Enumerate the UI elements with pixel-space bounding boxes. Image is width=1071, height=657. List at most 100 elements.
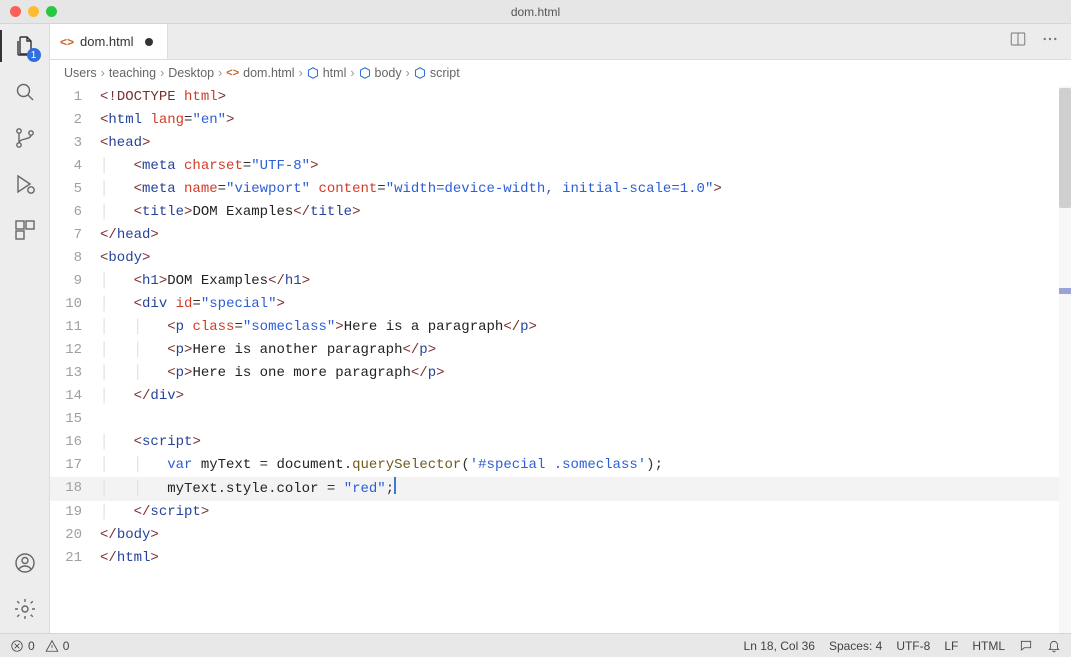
line-content[interactable]: │ │ myText.style.color = "red"; — [100, 477, 1071, 501]
split-icon — [1009, 30, 1027, 48]
code-line[interactable]: 5│ <meta name="viewport" content="width=… — [50, 178, 1071, 201]
activity-run-debug[interactable] — [11, 170, 39, 198]
code-line[interactable]: 3<head> — [50, 132, 1071, 155]
breadcrumb-file[interactable]: <> dom.html › — [226, 66, 302, 80]
line-content[interactable]: │ <div id="special"> — [100, 293, 1071, 316]
status-indent[interactable]: Spaces: 4 — [829, 639, 882, 653]
line-content[interactable]: │ <meta name="viewport" content="width=d… — [100, 178, 1071, 201]
line-content[interactable]: </body> — [100, 524, 1071, 547]
activity-explorer[interactable]: 1 — [11, 32, 39, 60]
text-cursor — [394, 477, 396, 494]
activity-account[interactable] — [11, 549, 39, 577]
line-number: 5 — [50, 178, 100, 201]
line-content[interactable]: │ </div> — [100, 385, 1071, 408]
line-number: 1 — [50, 86, 100, 109]
code-line[interactable]: 20</body> — [50, 524, 1071, 547]
breadcrumb-symbol[interactable]: script — [414, 66, 460, 80]
line-number: 17 — [50, 454, 100, 477]
line-content[interactable]: <!DOCTYPE html> — [100, 86, 1071, 109]
line-content[interactable]: │ │ <p>Here is another paragraph</p> — [100, 339, 1071, 362]
line-content[interactable]: │ │ <p>Here is one more paragraph</p> — [100, 362, 1071, 385]
tab-label: dom.html — [80, 34, 133, 49]
code-line[interactable]: 19│ </script> — [50, 501, 1071, 524]
activity-settings[interactable] — [11, 595, 39, 623]
tab-bar: <> dom.html — [50, 24, 1071, 60]
line-number: 12 — [50, 339, 100, 362]
line-content[interactable]: │ │ <p class="someclass">Here is a parag… — [100, 316, 1071, 339]
code-line[interactable]: 18│ │ myText.style.color = "red"; — [50, 477, 1071, 501]
error-count: 0 — [28, 639, 35, 653]
line-content[interactable] — [100, 408, 1071, 431]
line-content[interactable]: </html> — [100, 547, 1071, 570]
activity-search[interactable] — [11, 78, 39, 106]
play-bug-icon — [13, 172, 37, 196]
minimize-window-button[interactable] — [28, 6, 39, 17]
line-content[interactable]: │ </script> — [100, 501, 1071, 524]
window-titlebar: dom.html — [0, 0, 1071, 24]
account-icon — [13, 551, 37, 575]
breadcrumb-segment[interactable]: Desktop › — [168, 66, 222, 80]
line-content[interactable]: │ <meta charset="UTF-8"> — [100, 155, 1071, 178]
status-language[interactable]: HTML — [972, 639, 1005, 653]
line-number: 18 — [50, 477, 100, 501]
line-content[interactable]: <head> — [100, 132, 1071, 155]
breadcrumb-segment[interactable]: Users › — [64, 66, 105, 80]
warning-count: 0 — [63, 639, 70, 653]
more-actions-button[interactable] — [1041, 30, 1059, 53]
status-bar: 0 0 Ln 18, Col 36 Spaces: 4 UTF-8 LF HTM… — [0, 633, 1071, 657]
breadcrumb-segment[interactable]: teaching › — [109, 66, 164, 80]
symbol-icon — [307, 67, 319, 79]
tab-dom-html[interactable]: <> dom.html — [50, 24, 168, 59]
branch-icon — [13, 126, 37, 150]
line-content[interactable]: │ <h1>DOM Examples</h1> — [100, 270, 1071, 293]
line-content[interactable]: │ <title>DOM Examples</title> — [100, 201, 1071, 224]
activity-source-control[interactable] — [11, 124, 39, 152]
code-line[interactable]: 4│ <meta charset="UTF-8"> — [50, 155, 1071, 178]
line-number: 20 — [50, 524, 100, 547]
scrollbar[interactable] — [1059, 86, 1071, 633]
code-line[interactable]: 6│ <title>DOM Examples</title> — [50, 201, 1071, 224]
code-line[interactable]: 2<html lang="en"> — [50, 109, 1071, 132]
status-problems[interactable]: 0 0 — [10, 639, 69, 653]
status-feedback[interactable] — [1019, 639, 1033, 653]
code-line[interactable]: 17│ │ var myText = document.querySelecto… — [50, 454, 1071, 477]
line-content[interactable]: │ <script> — [100, 431, 1071, 454]
line-content[interactable]: </head> — [100, 224, 1071, 247]
line-number: 21 — [50, 547, 100, 570]
symbol-icon — [414, 67, 426, 79]
gear-icon — [13, 597, 37, 621]
line-content[interactable]: <html lang="en"> — [100, 109, 1071, 132]
ellipsis-icon — [1041, 30, 1059, 48]
line-content[interactable]: │ │ var myText = document.querySelector(… — [100, 454, 1071, 477]
activity-extensions[interactable] — [11, 216, 39, 244]
line-number: 7 — [50, 224, 100, 247]
status-cursor[interactable]: Ln 18, Col 36 — [744, 639, 815, 653]
activity-bar: 1 — [0, 24, 50, 633]
line-number: 10 — [50, 293, 100, 316]
code-line[interactable]: 14│ </div> — [50, 385, 1071, 408]
code-line[interactable]: 9│ <h1>DOM Examples</h1> — [50, 270, 1071, 293]
code-line[interactable]: 13│ │ <p>Here is one more paragraph</p> — [50, 362, 1071, 385]
line-number: 13 — [50, 362, 100, 385]
code-line[interactable]: 15 — [50, 408, 1071, 431]
status-eol[interactable]: LF — [944, 639, 958, 653]
code-line[interactable]: 10│ <div id="special"> — [50, 293, 1071, 316]
code-line[interactable]: 1<!DOCTYPE html> — [50, 86, 1071, 109]
breadcrumb-symbol[interactable]: body › — [359, 66, 410, 80]
breadcrumb: Users › teaching › Desktop › <> dom.html… — [50, 60, 1071, 86]
maximize-window-button[interactable] — [46, 6, 57, 17]
code-line[interactable]: 21</html> — [50, 547, 1071, 570]
code-line[interactable]: 11│ │ <p class="someclass">Here is a par… — [50, 316, 1071, 339]
line-number: 6 — [50, 201, 100, 224]
split-editor-button[interactable] — [1009, 30, 1027, 53]
code-line[interactable]: 8<body> — [50, 247, 1071, 270]
line-content[interactable]: <body> — [100, 247, 1071, 270]
status-notifications[interactable] — [1047, 639, 1061, 653]
close-window-button[interactable] — [10, 6, 21, 17]
code-line[interactable]: 12│ │ <p>Here is another paragraph</p> — [50, 339, 1071, 362]
code-editor[interactable]: 1<!DOCTYPE html>2<html lang="en">3<head>… — [50, 86, 1071, 633]
code-line[interactable]: 16│ <script> — [50, 431, 1071, 454]
code-line[interactable]: 7</head> — [50, 224, 1071, 247]
breadcrumb-symbol[interactable]: html › — [307, 66, 355, 80]
status-encoding[interactable]: UTF-8 — [896, 639, 930, 653]
